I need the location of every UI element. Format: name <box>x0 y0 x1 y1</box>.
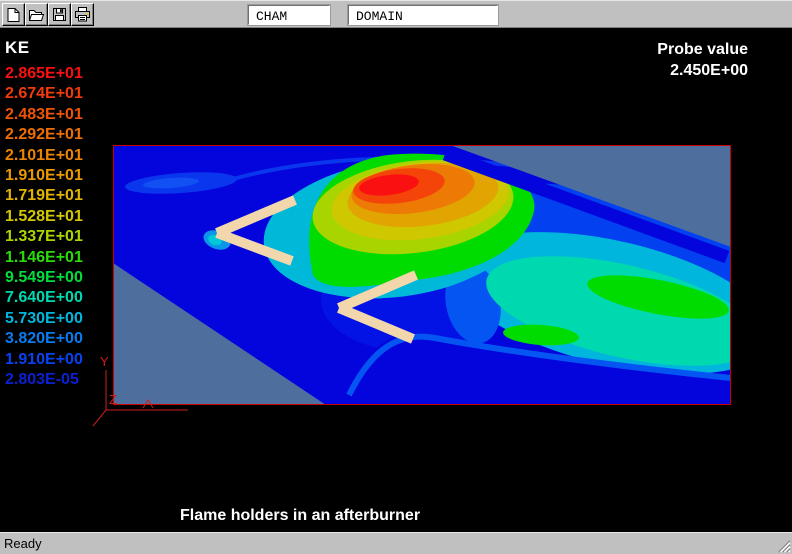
legend-entry: 7.640E+00 <box>5 288 83 308</box>
resize-grip-icon[interactable] <box>776 538 791 553</box>
probe-value: 2.450E+00 <box>657 60 748 81</box>
probe-readout: Probe value 2.450E+00 <box>657 39 748 81</box>
legend-entry: 1.910E+01 <box>5 166 83 186</box>
probe-label: Probe value <box>657 39 748 60</box>
legend-entry: 3.820E+00 <box>5 329 83 349</box>
open-file-button[interactable] <box>25 3 48 26</box>
x-axis-arrow <box>143 400 153 408</box>
legend-entry: 9.549E+00 <box>5 268 83 288</box>
legend-title: KE <box>5 38 83 58</box>
open-folder-icon <box>28 8 45 22</box>
legend-entry: 2.674E+01 <box>5 84 83 104</box>
legend-entry: 1.528E+01 <box>5 207 83 227</box>
axis-triad: Y Z <box>88 348 208 438</box>
legend-entry: 2.483E+01 <box>5 105 83 125</box>
legend-entry: 1.910E+00 <box>5 350 83 370</box>
legend-entry: 2.865E+01 <box>5 64 83 84</box>
z-axis-label: Z <box>109 392 117 407</box>
plot-caption: Flame holders in an afterburner <box>180 507 420 525</box>
legend-entry: 1.719E+01 <box>5 186 83 206</box>
save-button[interactable] <box>48 3 71 26</box>
legend-entry: 1.337E+01 <box>5 227 83 247</box>
new-document-icon <box>6 7 21 23</box>
legend-entry: 2.101E+01 <box>5 146 83 166</box>
new-document-button[interactable] <box>2 3 25 26</box>
object-field[interactable] <box>348 5 498 25</box>
company-field[interactable] <box>248 5 330 25</box>
legend-entry: 5.730E+00 <box>5 309 83 329</box>
status-bar: Ready <box>0 532 792 554</box>
print-button[interactable] <box>71 3 94 26</box>
print-icon <box>74 7 91 22</box>
status-text: Ready <box>4 536 42 551</box>
application-window: KE 2.865E+012.674E+012.483E+012.292E+012… <box>0 0 792 554</box>
contour-legend: KE 2.865E+012.674E+012.483E+012.292E+012… <box>5 38 83 391</box>
legend-entry: 1.146E+01 <box>5 248 83 268</box>
legend-entry: 2.292E+01 <box>5 125 83 145</box>
legend-entry: 2.803E-05 <box>5 370 83 390</box>
y-axis-label: Y <box>100 354 109 369</box>
legend-entries: 2.865E+012.674E+012.483E+012.292E+012.10… <box>5 64 83 391</box>
toolbar <box>0 0 792 28</box>
save-floppy-icon <box>52 7 67 22</box>
